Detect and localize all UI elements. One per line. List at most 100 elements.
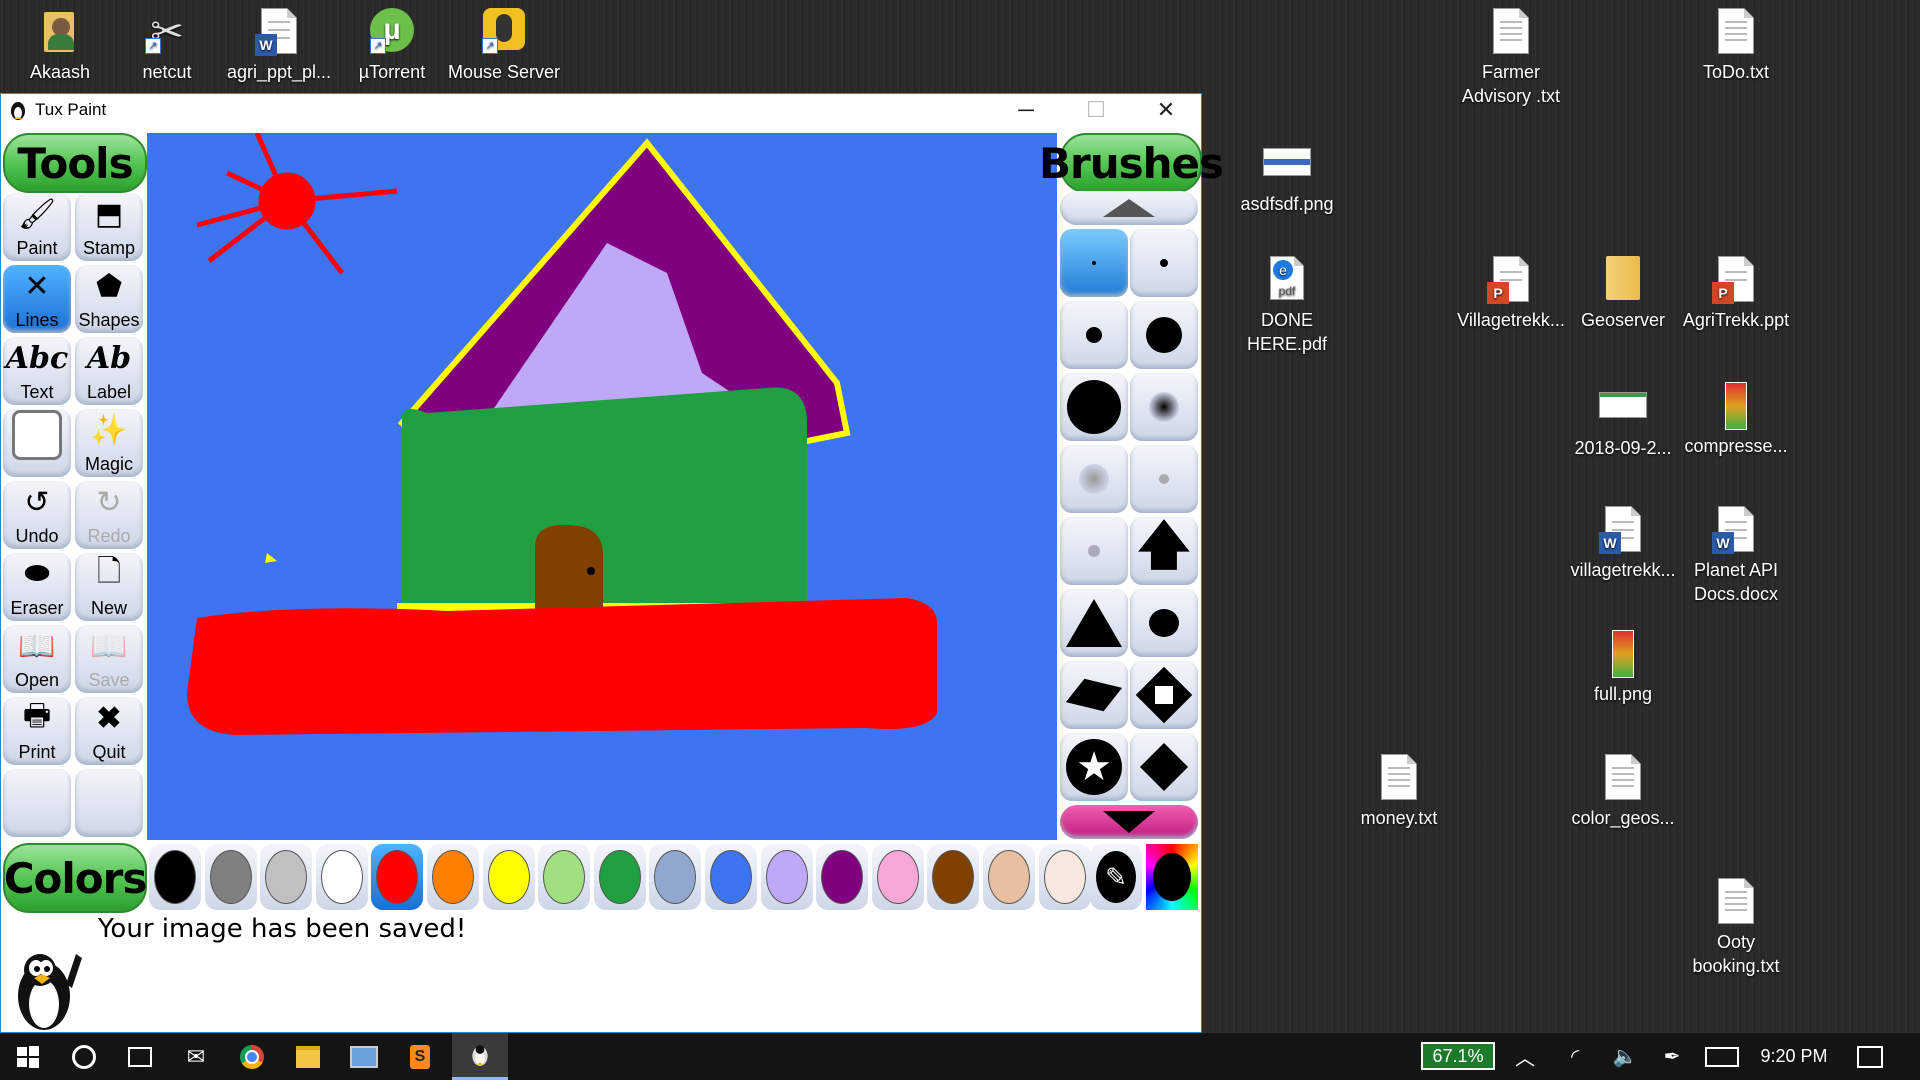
text-file-icon	[1375, 754, 1423, 802]
tool-text[interactable]: Abc Text	[3, 337, 71, 405]
tool-eraser[interactable]: ⬬ Eraser	[3, 553, 71, 621]
brush-diamond-square[interactable]	[1130, 661, 1198, 729]
desktop-icon-money[interactable]: money.txt	[1339, 754, 1459, 830]
desktop-icon-ooty-booking[interactable]: Ooty booking.txt	[1676, 878, 1796, 978]
color-swatch[interactable]	[315, 844, 368, 910]
tool-undo[interactable]: ↺ Undo	[3, 481, 71, 549]
tool-print[interactable]: 🖶 Print	[3, 697, 71, 765]
drawing-canvas[interactable]	[147, 133, 1057, 840]
mail-button[interactable]: ✉	[168, 1033, 224, 1080]
desktop-icon-geoserver[interactable]: Geoserver	[1563, 256, 1683, 332]
color-swatch[interactable]	[593, 844, 646, 910]
desktop-icon-planet-api-docs[interactable]: W Planet API Docs.docx	[1676, 506, 1796, 606]
color-swatch[interactable]	[1038, 844, 1091, 910]
cortana-button[interactable]	[56, 1033, 112, 1080]
brush-large-dot[interactable]	[1130, 301, 1198, 369]
brush-arrow[interactable]: 🡅	[1130, 517, 1198, 585]
color-swatch[interactable]	[260, 844, 313, 910]
color-rainbow-picker[interactable]	[1146, 844, 1198, 910]
wifi-button[interactable]: ◜	[1550, 1033, 1600, 1080]
brush-star[interactable]: ★	[1060, 733, 1128, 801]
notification-icon	[1857, 1045, 1883, 1068]
desktop-icon-agritrekk-ppt[interactable]: P AgriTrekk.ppt	[1676, 256, 1796, 332]
color-swatch[interactable]	[149, 844, 201, 910]
action-center-button[interactable]	[1842, 1033, 1898, 1080]
tool-shapes[interactable]: ⬟ Shapes	[75, 265, 143, 333]
brush-diamond[interactable]	[1130, 733, 1198, 801]
brush-triangle[interactable]	[1060, 589, 1128, 657]
chrome-button[interactable]	[224, 1033, 280, 1080]
desktop-icon-compressed[interactable]: compresse...	[1676, 382, 1796, 458]
pen-button[interactable]: ✒	[1648, 1033, 1696, 1080]
tool-lines[interactable]: ✕ Lines	[3, 265, 71, 333]
color-swatch[interactable]	[204, 844, 257, 910]
desktop-icon-full-png[interactable]: full.png	[1563, 630, 1683, 706]
color-swatch[interactable]	[705, 844, 757, 910]
desktop-icon-done-here-pdf[interactable]: pdf e DONE HERE.pdf	[1227, 256, 1347, 356]
blank-square-icon	[3, 409, 71, 460]
start-button[interactable]	[0, 1033, 56, 1080]
brush-soft-dot[interactable]	[1130, 373, 1198, 441]
brush-small-dot[interactable]	[1130, 229, 1198, 297]
desktop-icon-todo[interactable]: ToDo.txt	[1676, 8, 1796, 84]
file-explorer-button[interactable]	[280, 1033, 336, 1080]
clock[interactable]: 9:20 PM	[1752, 1033, 1836, 1080]
brush-oval[interactable]	[1130, 589, 1198, 657]
color-swatch[interactable]	[371, 844, 424, 910]
tuxpaint-taskbar-button[interactable]	[452, 1033, 508, 1080]
brush-parallelogram[interactable]	[1060, 661, 1128, 729]
show-hidden-icons-button[interactable]: ︿	[1500, 1033, 1550, 1080]
brush-faint-dot[interactable]	[1130, 445, 1198, 513]
desktop-icon-farmer-advisory[interactable]: Farmer Advisory .txt	[1451, 8, 1571, 108]
color-swatch[interactable]	[538, 844, 591, 910]
desktop-icon-2018-09[interactable]: 2018-09-2...	[1563, 382, 1683, 460]
task-view-button[interactable]	[112, 1033, 168, 1080]
tool-stamp[interactable]: ⬒ Stamp	[75, 193, 143, 261]
tool-label[interactable]: Ab Label	[75, 337, 143, 405]
brush-huge-dot[interactable]	[1060, 373, 1128, 441]
desktop-icon-villagetrekk-ppt[interactable]: P Villagetrekk...	[1451, 256, 1571, 332]
desktop-icon-utorrent[interactable]: µ ↗ µTorrent	[332, 8, 452, 84]
color-picker-eyedropper[interactable]: ✎	[1090, 844, 1142, 910]
color-swatch[interactable]	[649, 844, 702, 910]
touch-keyboard-button[interactable]	[1696, 1033, 1748, 1080]
word-doc-icon: W	[1599, 506, 1647, 554]
color-swatch[interactable]	[427, 844, 479, 910]
tool-quit[interactable]: ✖ Quit	[75, 697, 143, 765]
desktop-icon-asdfsdf[interactable]: asdfsdf.png	[1227, 140, 1347, 216]
minimize-button[interactable]: ─	[991, 94, 1061, 126]
tool-redo[interactable]: ↻ Redo	[75, 481, 143, 549]
color-swatch[interactable]	[983, 844, 1035, 910]
desktop-icon-mouse-server[interactable]: ↗ Mouse Server	[444, 8, 564, 84]
brushes-scroll-down[interactable]	[1060, 805, 1198, 839]
brush-medium-dot[interactable]	[1060, 301, 1128, 369]
sublime-button[interactable]: S	[392, 1033, 448, 1080]
tool-open[interactable]: 📖 Open	[3, 625, 71, 693]
color-swatch[interactable]	[927, 844, 980, 910]
tool-paint[interactable]: 🖌 Paint	[3, 193, 71, 261]
desktop-icon-akaash[interactable]: Akaash	[0, 8, 120, 84]
desktop-icon-color-geos[interactable]: color_geos...	[1563, 754, 1683, 830]
color-swatch[interactable]	[482, 844, 535, 910]
brush-gray-dot[interactable]	[1060, 445, 1128, 513]
tool-new[interactable]: 🗋 New	[75, 553, 143, 621]
desktop-icon-agri-ppt[interactable]: W agri_ppt_pl...	[219, 8, 339, 84]
close-button[interactable]: ✕	[1131, 94, 1201, 126]
tool-magic[interactable]: ✨ Magic	[75, 409, 143, 477]
network-app-button[interactable]	[336, 1033, 392, 1080]
title-bar[interactable]: Tux Paint ─ ☐ ✕	[1, 94, 1201, 126]
color-swatch[interactable]	[816, 844, 869, 910]
maximize-button[interactable]: ☐	[1061, 94, 1131, 126]
battery-indicator[interactable]: 67.1%	[1421, 1042, 1495, 1070]
desktop-icon-villagetrekk-doc[interactable]: W villagetrekk...	[1563, 506, 1683, 582]
volume-button[interactable]: 🔈	[1600, 1033, 1650, 1080]
cortana-icon	[72, 1044, 96, 1069]
tool-save[interactable]: 📖 Save	[75, 625, 143, 693]
brush-faint-small[interactable]	[1060, 517, 1128, 585]
brushes-scroll-up[interactable]	[1060, 191, 1198, 225]
brush-tiny-dot[interactable]	[1060, 229, 1128, 297]
color-swatch[interactable]	[871, 844, 924, 910]
tool-fill[interactable]	[3, 409, 71, 477]
desktop-icon-netcut[interactable]: ✂ ↗ netcut	[107, 8, 227, 84]
color-swatch[interactable]	[760, 844, 813, 910]
